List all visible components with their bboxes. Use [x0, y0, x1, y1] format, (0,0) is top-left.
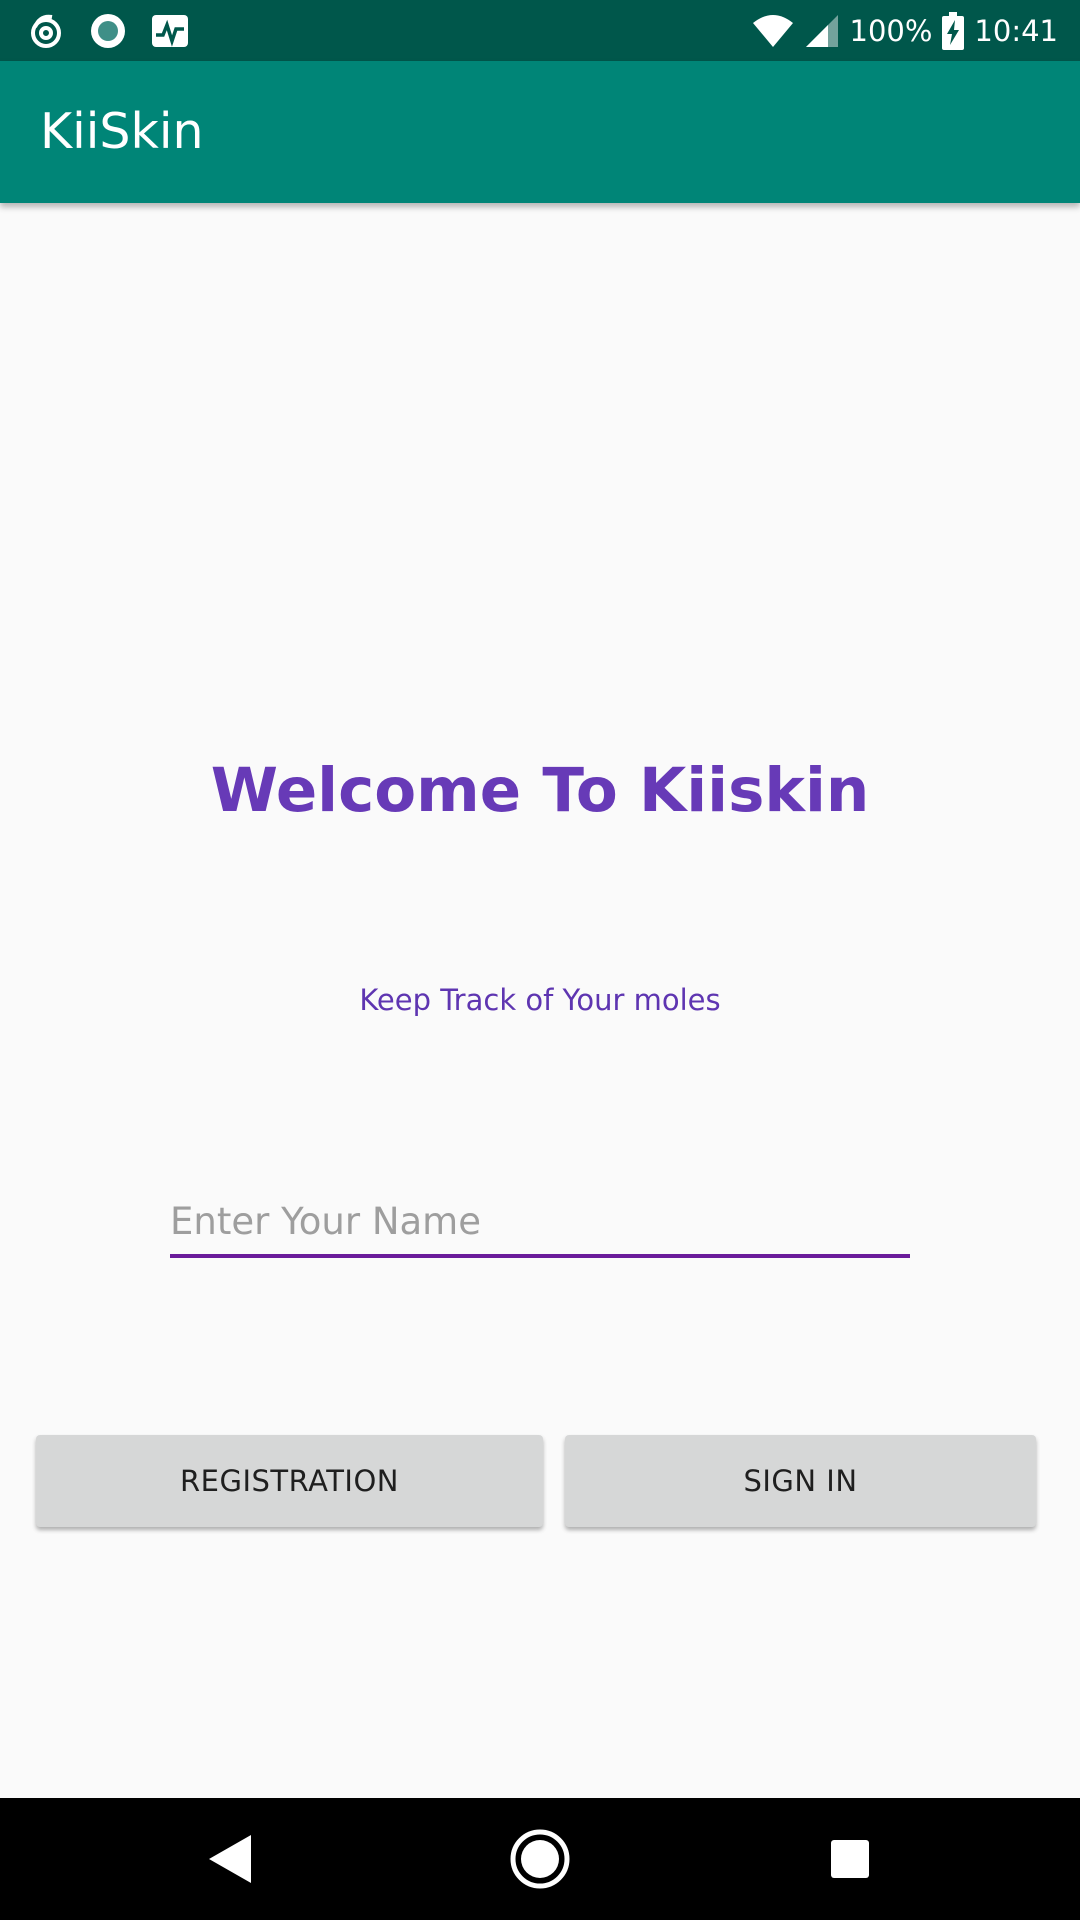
- recents-button[interactable]: [790, 1798, 910, 1920]
- battery-percentage: 100%: [849, 13, 933, 48]
- app-title: KiiSkin: [40, 103, 204, 160]
- registration-button[interactable]: REGISTRATION: [36, 1435, 543, 1527]
- welcome-heading: Welcome To Kiiskin: [210, 755, 870, 826]
- circle-notification-icon: [91, 13, 125, 48]
- sign-in-button[interactable]: SIGN IN: [565, 1435, 1036, 1527]
- battery-charging-icon: [942, 11, 965, 50]
- system-status: 100% 10:41: [752, 0, 1058, 61]
- subtitle-text: Keep Track of Your moles: [359, 983, 721, 1017]
- app-bar: KiiSkin: [0, 61, 1080, 203]
- signal-icon: [805, 14, 838, 47]
- recents-icon: [831, 1840, 869, 1878]
- navigation-bar: [0, 1798, 1080, 1920]
- home-button[interactable]: [480, 1798, 600, 1920]
- notification-icons: [26, 0, 190, 61]
- home-icon: [510, 1829, 570, 1889]
- swirl-notification-icon: [31, 14, 61, 48]
- back-icon: [209, 1835, 251, 1883]
- activity-notification-icon: [152, 14, 188, 47]
- wifi-icon: [752, 14, 793, 47]
- clock: 10:41: [974, 13, 1058, 48]
- status-bar: 100% 10:41: [0, 0, 1080, 61]
- name-input[interactable]: [170, 1188, 910, 1258]
- back-button[interactable]: [170, 1798, 290, 1920]
